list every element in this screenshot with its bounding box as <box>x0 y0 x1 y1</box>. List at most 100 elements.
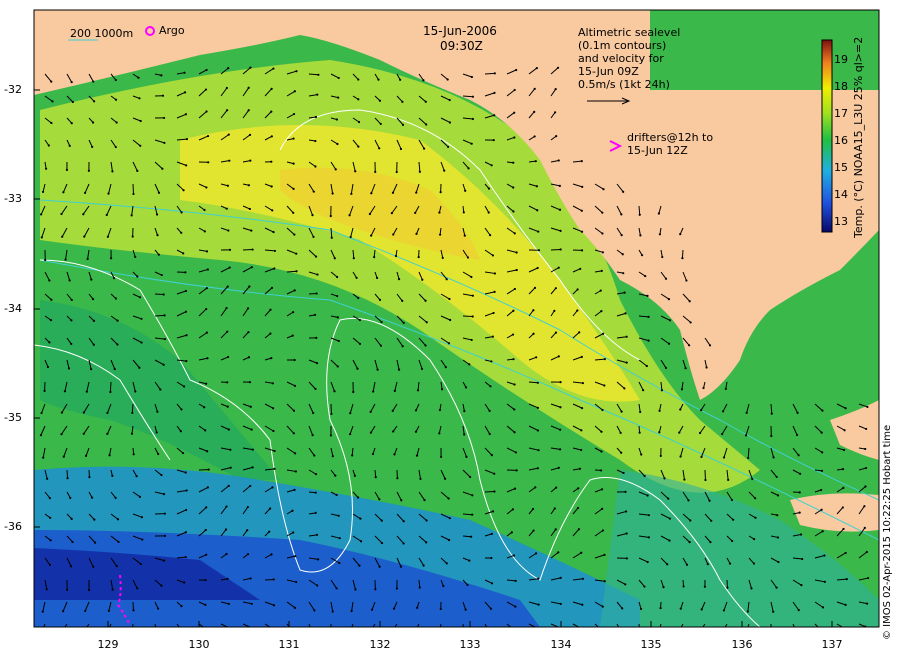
velocity-arrow-head <box>449 318 452 322</box>
velocity-arrow-head <box>446 145 450 148</box>
velocity-arrow-head <box>639 410 642 414</box>
velocity-arrow-head <box>421 278 424 281</box>
velocity-arrow-head <box>184 289 188 293</box>
velocity-arrow-head <box>250 428 253 431</box>
velocity-arrow-head <box>419 477 422 481</box>
velocity-arrow-head <box>533 87 536 90</box>
velocity-arrow-head <box>602 188 605 191</box>
velocity-arrow-head <box>865 550 868 554</box>
velocity-arrow-head <box>559 381 562 384</box>
velocity-arrow-head <box>422 564 425 567</box>
velocity-arrow-head <box>661 255 664 259</box>
velocity-arrow-head <box>85 390 88 393</box>
velocity-arrow-head <box>271 486 274 489</box>
velocity-arrow-head <box>448 98 451 102</box>
velocity-arrow-head <box>70 342 73 346</box>
lon-tick: 131 <box>278 638 300 651</box>
velocity-arrow-head <box>645 364 648 368</box>
velocity-arrow-head <box>380 519 383 522</box>
velocity-arrow-head <box>293 488 296 491</box>
velocity-arrow-head <box>378 298 382 302</box>
velocity-arrow-head <box>87 169 90 172</box>
velocity-arrow-head <box>247 184 250 187</box>
velocity-arrow-head <box>624 583 627 586</box>
velocity-arrow-head <box>420 367 424 370</box>
velocity-arrow-head <box>559 602 562 606</box>
velocity-arrow-head <box>466 256 470 259</box>
velocity-arrow-head <box>163 512 166 515</box>
velocity-arrow <box>462 513 473 516</box>
velocity-arrow-head <box>226 405 229 408</box>
velocity-arrow-head <box>205 307 208 311</box>
velocity-arrow-head <box>510 531 513 534</box>
velocity-arrow-head <box>721 631 723 633</box>
velocity-arrow-head <box>727 478 730 481</box>
velocity-arrow-head <box>69 565 73 568</box>
velocity-arrow-head <box>639 234 642 237</box>
velocity-arrow-head <box>678 431 681 434</box>
velocity-arrow-head <box>823 554 826 557</box>
velocity-arrow-head <box>246 505 249 509</box>
velocity-arrow-head <box>203 208 206 212</box>
velocity-arrow-head <box>314 115 318 119</box>
velocity-arrow-head <box>537 627 539 629</box>
velocity-arrow-head <box>157 191 161 194</box>
velocity-arrow-head <box>70 81 73 84</box>
velocity-arrow-head <box>348 214 351 217</box>
velocity-arrow-head <box>512 161 515 164</box>
velocity-arrow-head <box>603 384 606 387</box>
velocity-arrow-head <box>206 486 209 489</box>
colorbar-tick: 18 <box>834 80 848 93</box>
lon-tick: 129 <box>97 638 119 651</box>
lon-tick: 133 <box>459 638 481 651</box>
velocity-arrow-head <box>131 411 134 415</box>
velocity-arrow-head <box>204 528 207 532</box>
velocity-arrow-head <box>447 497 450 500</box>
velocity-arrow-head <box>249 159 252 162</box>
velocity-arrow-head <box>273 467 276 470</box>
altimetry-line: and velocity for <box>578 52 664 65</box>
velocity-arrow-head <box>534 160 537 163</box>
velocity-arrow-head <box>470 535 473 538</box>
velocity-arrow-head <box>490 164 493 167</box>
velocity-arrow-head <box>226 577 229 580</box>
velocity-arrow-head <box>109 390 112 394</box>
velocity-arrow-head <box>576 506 580 510</box>
velocity-arrow-head <box>534 486 537 489</box>
velocity-arrow-head <box>378 565 381 568</box>
velocity-arrow-head <box>204 579 207 582</box>
velocity-arrow-head <box>206 268 209 271</box>
velocity-arrow-head <box>62 191 65 194</box>
velocity-arrow-head <box>580 160 583 163</box>
velocity-arrow-head <box>273 449 276 453</box>
velocity-arrow-head <box>369 410 372 413</box>
velocity-arrow-head <box>335 118 339 121</box>
velocity-arrow-head <box>349 630 351 632</box>
velocity-arrow-head <box>726 586 729 589</box>
velocity-arrow-head <box>662 586 665 589</box>
velocity-arrow-head <box>402 321 405 324</box>
velocity-arrow-head <box>183 71 186 74</box>
velocity-arrow-head <box>689 321 692 324</box>
velocity-arrow-head <box>493 272 496 275</box>
velocity-arrow-head <box>581 185 584 188</box>
velocity-arrow-head <box>438 408 442 412</box>
velocity-arrow-head <box>292 137 295 140</box>
velocity-arrow-head <box>599 469 603 472</box>
velocity-arrow-head <box>391 409 394 412</box>
velocity-arrow-head <box>647 315 650 318</box>
velocity-arrow-head <box>448 538 451 542</box>
velocity-arrow-head <box>337 514 340 517</box>
velocity-arrow-head <box>394 254 398 258</box>
velocity-arrow-head <box>205 68 208 72</box>
velocity-arrow-head <box>330 412 333 416</box>
velocity-arrow-head <box>247 109 250 112</box>
velocity-arrow-head <box>293 384 297 387</box>
velocity-arrow-head <box>658 233 662 236</box>
velocity-arrow-head <box>292 187 295 190</box>
velocity-arrow-head <box>316 584 319 587</box>
velocity-arrow-head <box>772 610 775 613</box>
velocity-arrow-head <box>378 498 381 501</box>
velocity-arrow-head <box>514 629 516 631</box>
velocity-arrow-head <box>462 211 465 214</box>
